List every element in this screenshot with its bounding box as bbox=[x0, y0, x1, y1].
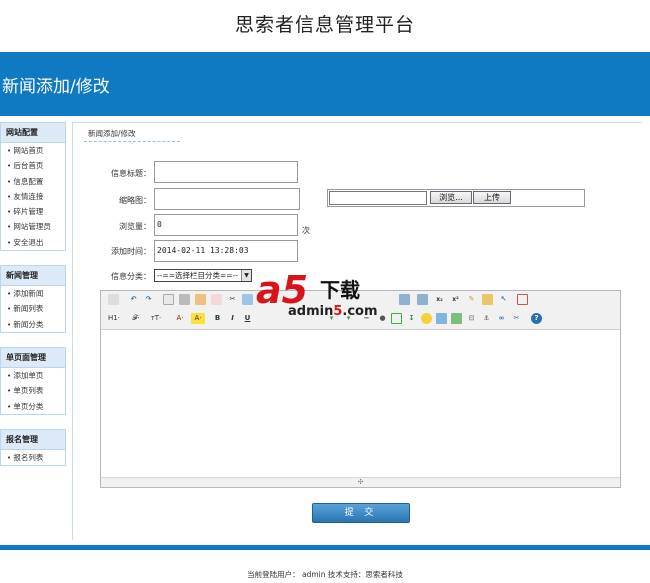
site-title: 思索者信息管理平台 bbox=[234, 14, 415, 36]
undo-icon[interactable]: ↶ bbox=[128, 294, 139, 305]
help-icon[interactable]: ? bbox=[531, 313, 542, 324]
source-icon[interactable] bbox=[108, 294, 119, 305]
breadcrumb: 新闻添加/修改 bbox=[88, 129, 136, 138]
title-input[interactable] bbox=[154, 161, 298, 183]
insert-icon[interactable]: ↧ bbox=[406, 313, 417, 324]
menu-header-site: 网站配置 bbox=[1, 123, 65, 143]
outdent-icon[interactable] bbox=[417, 294, 428, 305]
pagebreak-icon[interactable]: ⊟ bbox=[466, 313, 477, 324]
sidebar-item-page-list[interactable]: 单页列表 bbox=[1, 383, 65, 398]
sidebar-item-add-news[interactable]: 添加新闻 bbox=[1, 286, 65, 301]
emoticon-icon[interactable] bbox=[421, 313, 432, 324]
time-label: 添加时间： bbox=[111, 247, 151, 256]
views-label: 浏览量： bbox=[119, 222, 151, 231]
image-icon[interactable] bbox=[436, 313, 447, 324]
sidebar-item-site-home[interactable]: 网站首页 bbox=[1, 143, 65, 158]
sidebar-item-admin-home[interactable]: 后台首页 bbox=[1, 158, 65, 173]
font-size-icon[interactable]: тT· bbox=[148, 313, 164, 324]
thumb-label: 缩略图： bbox=[119, 196, 151, 205]
sidebar-item-fragments[interactable]: 碎片管理 bbox=[1, 204, 65, 219]
category-select[interactable]: --==选择栏目分类==-- ▼ bbox=[154, 269, 252, 282]
bold-icon[interactable]: B bbox=[212, 313, 223, 324]
submit-button[interactable]: 提 交 bbox=[312, 503, 410, 523]
banner-title: 新闻添加/修改 bbox=[2, 77, 110, 97]
flash-icon[interactable] bbox=[451, 313, 462, 324]
sidebar: 网站配置 网站首页 后台首页 信息配置 友情连接 碎片管理 网站管理员 安全退出… bbox=[0, 122, 66, 480]
cut-icon[interactable]: ✂ bbox=[227, 294, 238, 305]
print-icon[interactable] bbox=[179, 294, 190, 305]
sidebar-item-links[interactable]: 友情连接 bbox=[1, 189, 65, 204]
indent-icon[interactable] bbox=[399, 294, 410, 305]
category-selected: --==选择栏目分类==-- bbox=[157, 271, 238, 280]
menu-header-signup: 报名管理 bbox=[1, 429, 65, 450]
title-label: 信息标题： bbox=[111, 169, 151, 178]
sidebar-item-admins[interactable]: 网站管理员 bbox=[1, 219, 65, 234]
sidebar-item-news-category[interactable]: 新闻分类 bbox=[1, 317, 65, 332]
upload-button[interactable]: 上传 bbox=[473, 191, 511, 204]
page-banner: 新闻添加/修改 bbox=[0, 52, 650, 116]
thumb-input[interactable] bbox=[154, 188, 300, 210]
sidebar-item-info-config[interactable]: 信息配置 bbox=[1, 174, 65, 189]
sidebar-item-page-category[interactable]: 单页分类 bbox=[1, 399, 65, 414]
template-icon[interactable] bbox=[195, 294, 206, 305]
breadcrumb-divider bbox=[84, 141, 180, 142]
menu-group-news: 新闻管理 添加新闻 新闻列表 新闻分类 bbox=[0, 265, 66, 333]
clear-format-icon[interactable]: ✎ bbox=[466, 294, 477, 305]
time-input[interactable]: 2014-02-11 13:28:03 bbox=[154, 240, 298, 262]
italic-icon[interactable]: I bbox=[227, 313, 238, 324]
font-color-icon[interactable]: A· bbox=[173, 313, 187, 324]
file-path-box[interactable] bbox=[329, 191, 427, 205]
browse-button[interactable]: 浏览... bbox=[430, 191, 472, 204]
category-label: 信息分类： bbox=[111, 272, 151, 281]
select-all-icon[interactable] bbox=[482, 294, 493, 305]
menu-header-pages: 单页面管理 bbox=[1, 347, 65, 368]
menu-group-pages: 单页面管理 添加单页 单页列表 单页分类 bbox=[0, 346, 66, 415]
fullscreen-icon[interactable] bbox=[517, 294, 528, 305]
copy-icon[interactable] bbox=[242, 294, 253, 305]
sidebar-item-signup-list[interactable]: 报名列表 bbox=[1, 450, 65, 465]
menu-group-site: 网站配置 网站首页 后台首页 信息配置 友情连接 碎片管理 网站管理员 安全退出 bbox=[0, 122, 66, 252]
sidebar-item-add-page[interactable]: 添加单页 bbox=[1, 368, 65, 383]
views-input[interactable]: 0 bbox=[154, 214, 298, 236]
sidebar-item-logout[interactable]: 安全退出 bbox=[1, 235, 65, 250]
footer-text: 当前登陆用户： admin 技术支持：思索者科技 bbox=[247, 570, 403, 579]
redo-icon[interactable]: ↷ bbox=[143, 294, 154, 305]
heading-icon[interactable]: H1· bbox=[105, 313, 123, 324]
link-icon[interactable]: ∞ bbox=[496, 313, 507, 324]
watermark-url: admin5.com bbox=[288, 304, 378, 319]
code-icon[interactable] bbox=[211, 294, 222, 305]
file-upload-field[interactable]: 浏览... 上传 bbox=[327, 189, 585, 207]
unlink-icon[interactable]: ✂ bbox=[511, 313, 522, 324]
footer-bar bbox=[0, 545, 650, 550]
font-family-icon[interactable]: 𝓕· bbox=[128, 313, 144, 324]
subscript-icon[interactable]: x₂ bbox=[434, 294, 445, 305]
highlight-icon[interactable]: A· bbox=[191, 313, 205, 324]
chevron-down-icon[interactable]: ▼ bbox=[241, 270, 251, 281]
anchor-icon[interactable]: ⚓ bbox=[481, 313, 492, 324]
editor-resize-bar[interactable]: ✣ bbox=[101, 477, 620, 487]
sidebar-item-news-list[interactable]: 新闻列表 bbox=[1, 301, 65, 316]
menu-group-signup: 报名管理 报名列表 bbox=[0, 428, 66, 467]
cursor-icon[interactable]: ↖ bbox=[498, 294, 509, 305]
menu-header-news: 新闻管理 bbox=[1, 266, 65, 287]
underline-icon[interactable]: U bbox=[242, 313, 253, 324]
preview-icon[interactable] bbox=[163, 294, 174, 305]
watermark-logo: a5 下载 admin5.com bbox=[256, 270, 396, 322]
superscript-icon[interactable]: x² bbox=[450, 294, 461, 305]
watermark-logo-cn: 下载 bbox=[320, 278, 360, 302]
views-unit: 次 bbox=[302, 226, 310, 235]
editor-content-area[interactable] bbox=[101, 331, 620, 477]
